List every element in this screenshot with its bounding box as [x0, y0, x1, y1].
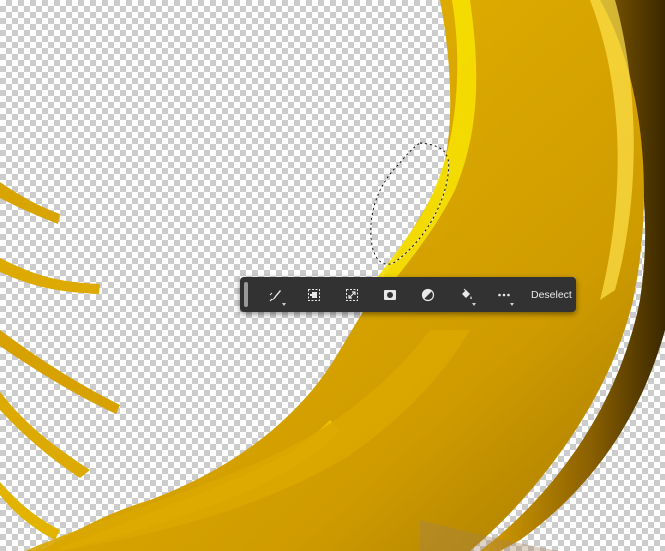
gold-ring-artwork: [0, 0, 665, 551]
drag-handle[interactable]: [244, 282, 248, 307]
strip-bottom: [0, 482, 60, 540]
invert-selection-button[interactable]: [333, 277, 371, 312]
paint-bucket-icon: [458, 287, 474, 303]
fill-selection-button[interactable]: [447, 277, 485, 312]
strip-middle: [0, 258, 100, 294]
brush-select-icon: [268, 287, 284, 303]
adjustment-layer-button[interactable]: [409, 277, 447, 312]
ring-band: [40, 0, 644, 551]
more-dots-icon: [496, 287, 512, 303]
strip-upper: [0, 182, 60, 224]
strip-curve: [0, 392, 90, 478]
strip-lower: [0, 330, 120, 414]
adjustment-circle-icon: [420, 287, 436, 303]
chevron-down-icon: [510, 303, 514, 306]
chevron-down-icon: [282, 303, 286, 306]
canvas-area[interactable]: Deselect: [0, 0, 665, 551]
create-mask-button[interactable]: [371, 277, 409, 312]
more-options-button[interactable]: [485, 277, 523, 312]
select-subject-button[interactable]: [257, 277, 295, 312]
mask-icon: [382, 287, 398, 303]
modify-selection-button[interactable]: [295, 277, 333, 312]
chevron-down-icon: [472, 303, 476, 306]
invert-selection-icon: [344, 287, 360, 303]
contextual-task-bar[interactable]: Deselect: [240, 277, 576, 312]
modify-selection-icon: [306, 287, 322, 303]
deselect-button[interactable]: Deselect: [531, 289, 572, 301]
